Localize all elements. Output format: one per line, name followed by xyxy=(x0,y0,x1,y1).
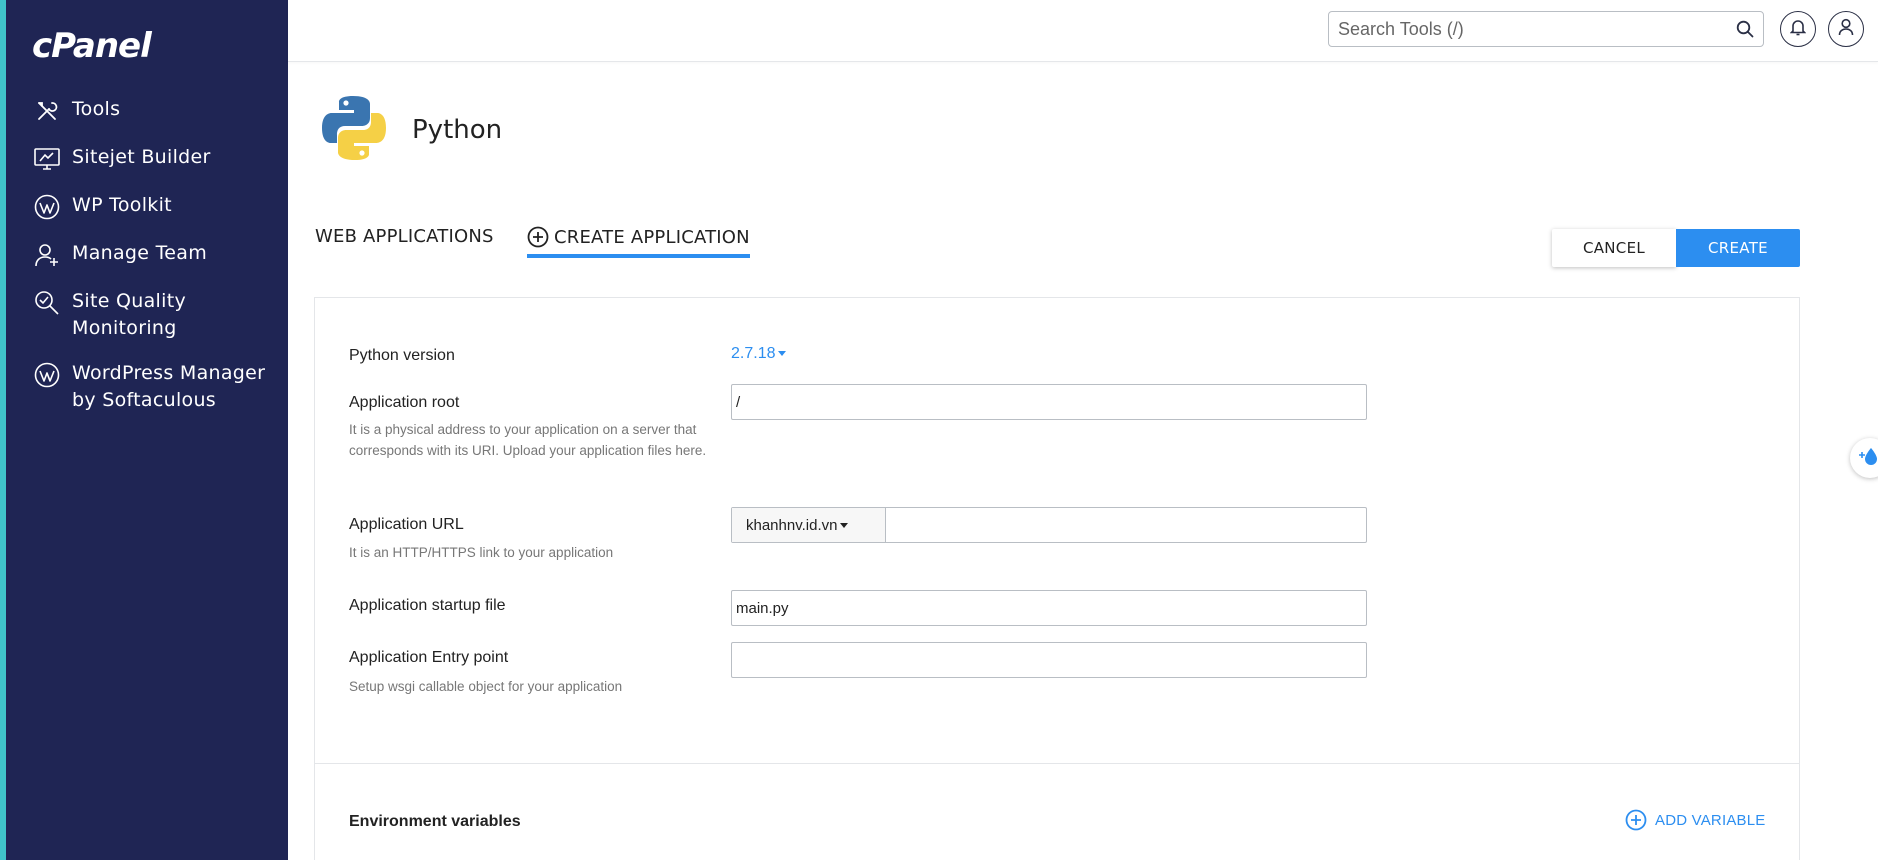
cpanel-logo[interactable]: cPanel xyxy=(32,26,152,66)
cancel-button[interactable]: CANCEL xyxy=(1552,229,1676,267)
startup-file-field xyxy=(731,590,1367,626)
create-application-form: Python version 2.7.18 Application root I… xyxy=(314,297,1800,860)
sidebar-item-wordpress-manager[interactable]: WordPress Manager by Softaculous xyxy=(6,360,288,414)
sidebar-item-wp-toolkit[interactable]: WP Toolkit xyxy=(6,192,288,222)
url-path-wrapper xyxy=(887,508,1365,542)
sidebar: cPanel Tools Sitejet Builder WP Toolkit xyxy=(6,0,288,860)
sidebar-nav: Tools Sitejet Builder WP Toolkit Manage … xyxy=(6,96,288,432)
app-root-label: Application root xyxy=(349,394,460,411)
app-url-label: Application URL xyxy=(349,516,464,533)
python-logo-icon xyxy=(318,92,390,168)
create-button[interactable]: CREATE xyxy=(1676,229,1800,267)
page-title: Python xyxy=(412,115,503,145)
domain-value: khanhnv.id.vn xyxy=(746,516,838,534)
caret-down-icon xyxy=(778,351,787,357)
wordpress-icon xyxy=(32,360,62,390)
page-header: Python xyxy=(318,92,502,168)
app-url-help: It is an HTTP/HTTPS link to your applica… xyxy=(349,545,614,560)
sidebar-item-manage-team[interactable]: Manage Team xyxy=(6,240,288,270)
entry-point-label: Application Entry point xyxy=(349,649,509,666)
search-box xyxy=(1328,11,1764,47)
caret-down-icon xyxy=(840,522,849,528)
monitor-builder-icon xyxy=(32,144,62,174)
user-icon xyxy=(1838,18,1854,40)
sidebar-item-label: WP Toolkit xyxy=(72,194,172,216)
top-header xyxy=(288,0,1878,62)
app-root: cPanel Tools Sitejet Builder WP Toolkit xyxy=(0,0,1878,860)
app-url-field: khanhnv.id.vn xyxy=(731,507,1367,543)
plus-circle-icon xyxy=(527,226,549,248)
add-variable-label: ADD VARIABLE xyxy=(1655,811,1766,829)
tab-create-application[interactable]: CREATE APPLICATION xyxy=(527,226,750,258)
tab-label: CREATE APPLICATION xyxy=(554,226,750,248)
sidebar-item-tools[interactable]: Tools xyxy=(6,96,288,126)
app-root-help: It is a physical address to your applica… xyxy=(349,422,707,458)
python-version-dropdown[interactable]: 2.7.18 xyxy=(731,345,787,363)
floating-helper-widget[interactable] xyxy=(1850,438,1878,478)
section-divider xyxy=(315,763,1799,764)
bell-icon xyxy=(1789,18,1807,40)
app-root-field xyxy=(731,384,1367,420)
search-icon[interactable] xyxy=(1736,20,1754,42)
sidebar-item-sitejet-builder[interactable]: Sitejet Builder xyxy=(6,144,288,174)
sidebar-item-label: Site Quality Monitoring xyxy=(72,290,187,339)
sidebar-item-label: Manage Team xyxy=(72,242,208,264)
python-version-label: Python version xyxy=(349,347,455,364)
entry-point-field xyxy=(731,642,1367,678)
entry-point-input[interactable] xyxy=(732,643,1366,677)
startup-file-label: Application startup file xyxy=(349,597,506,614)
magnifier-check-icon xyxy=(32,288,62,318)
notifications-button[interactable] xyxy=(1780,11,1816,47)
domain-select[interactable]: khanhnv.id.vn xyxy=(732,508,886,542)
search-input[interactable] xyxy=(1329,12,1719,46)
sidebar-item-label: Tools xyxy=(72,98,121,120)
python-version-value: 2.7.18 xyxy=(731,345,776,362)
user-menu-button[interactable] xyxy=(1828,11,1864,47)
tab-web-applications[interactable]: WEB APPLICATIONS xyxy=(315,226,494,247)
sidebar-item-label: WordPress Manager by Softaculous xyxy=(72,362,266,411)
sidebar-item-site-quality-monitoring[interactable]: Site Quality Monitoring xyxy=(6,288,288,342)
user-add-icon xyxy=(32,240,62,270)
app-root-input[interactable] xyxy=(732,385,1366,419)
entry-point-help: Setup wsgi callable object for your appl… xyxy=(349,679,623,694)
add-variable-button[interactable]: ADD VARIABLE xyxy=(1625,809,1766,831)
sidebar-item-label: Sitejet Builder xyxy=(72,146,211,168)
url-path-input[interactable] xyxy=(887,508,1365,542)
plus-circle-icon xyxy=(1625,809,1647,831)
tools-icon xyxy=(32,96,62,126)
droplet-icon xyxy=(1858,446,1878,470)
startup-file-input[interactable] xyxy=(732,591,1366,625)
env-variables-title: Environment variables xyxy=(349,813,521,830)
wordpress-icon xyxy=(32,192,62,222)
